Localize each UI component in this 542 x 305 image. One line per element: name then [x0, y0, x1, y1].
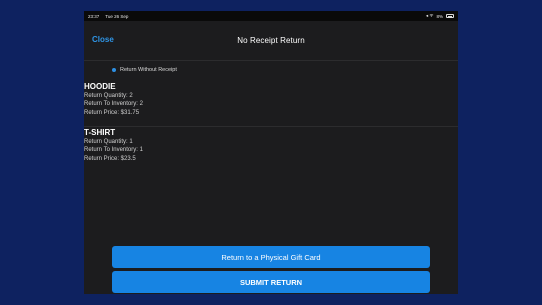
battery-percent: 8%	[436, 13, 443, 19]
app-window: 23:37 Tue 26 Sep ◂ ᯤ 8% Close No Receipt…	[84, 11, 458, 294]
item-name: T-SHIRT	[84, 128, 116, 137]
list-item: T-SHIRT Return Quantity: 1 Return To Inv…	[84, 128, 458, 168]
item-return-quantity: Return Quantity: 2	[84, 93, 133, 99]
item-return-quantity: Return Quantity: 1	[84, 139, 133, 145]
page-title: No Receipt Return	[237, 36, 305, 45]
status-bar: 23:37 Tue 26 Sep ◂ ᯤ 8%	[84, 11, 458, 21]
status-left: 23:37 Tue 26 Sep	[88, 14, 128, 19]
submit-return-button[interactable]: SUBMIT RETURN	[112, 271, 430, 293]
status-right: ◂ ᯤ 8%	[426, 13, 454, 19]
location-wifi-icon: ◂ ᯤ	[425, 13, 434, 18]
status-date: Tue 26 Sep	[105, 13, 129, 19]
battery-icon	[446, 14, 454, 18]
item-return-price: Return Price: $23.5	[84, 155, 136, 162]
return-to-gift-card-button[interactable]: Return to a Physical Gift Card	[112, 246, 430, 268]
item-return-to-inventory: Return To Inventory: 2	[84, 101, 143, 108]
list-item: HOODIE Return Quantity: 2 Return To Inve…	[84, 82, 458, 127]
return-without-receipt-label: Return Without Receipt	[120, 67, 177, 73]
item-return-to-inventory: Return To Inventory: 1	[84, 147, 143, 154]
return-without-receipt-option[interactable]: Return Without Receipt	[112, 67, 177, 73]
item-return-price: Return Price: $31.75	[84, 109, 140, 116]
status-time: 23:37	[88, 13, 100, 19]
close-button[interactable]: Close	[92, 35, 114, 44]
navigation-bar: Close No Receipt Return	[84, 21, 458, 61]
radio-selected-icon	[112, 68, 116, 72]
item-name: HOODIE	[84, 82, 116, 91]
